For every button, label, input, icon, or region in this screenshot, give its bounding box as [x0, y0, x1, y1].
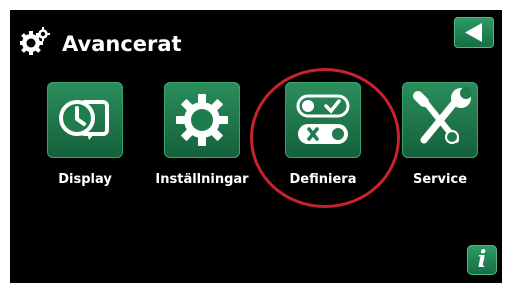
service-tile[interactable]: [402, 82, 478, 158]
settings-tile[interactable]: [164, 82, 240, 158]
info-icon: i: [477, 246, 487, 273]
display-tile[interactable]: [47, 82, 123, 158]
back-button[interactable]: [454, 17, 494, 48]
settings-label: Inställningar: [155, 172, 249, 187]
info-button[interactable]: i: [467, 245, 497, 275]
display-label: Display: [58, 172, 112, 187]
screen-frame: Avancerat Display Inställningar Definier…: [0, 0, 512, 293]
define-label: Definiera: [289, 172, 357, 187]
toggle-switches-icon: [296, 94, 350, 144]
service-label: Service: [412, 172, 468, 187]
gear-icon: [176, 94, 228, 146]
tools-icon: [413, 87, 472, 144]
gears-icon: [19, 27, 50, 57]
define-tile[interactable]: [285, 82, 361, 158]
page-title: Avancerat: [62, 32, 182, 56]
display-clock-icon: [59, 100, 109, 140]
display-screen: Avancerat Display Inställningar Definier…: [10, 10, 502, 283]
back-arrow-icon: [465, 23, 482, 42]
